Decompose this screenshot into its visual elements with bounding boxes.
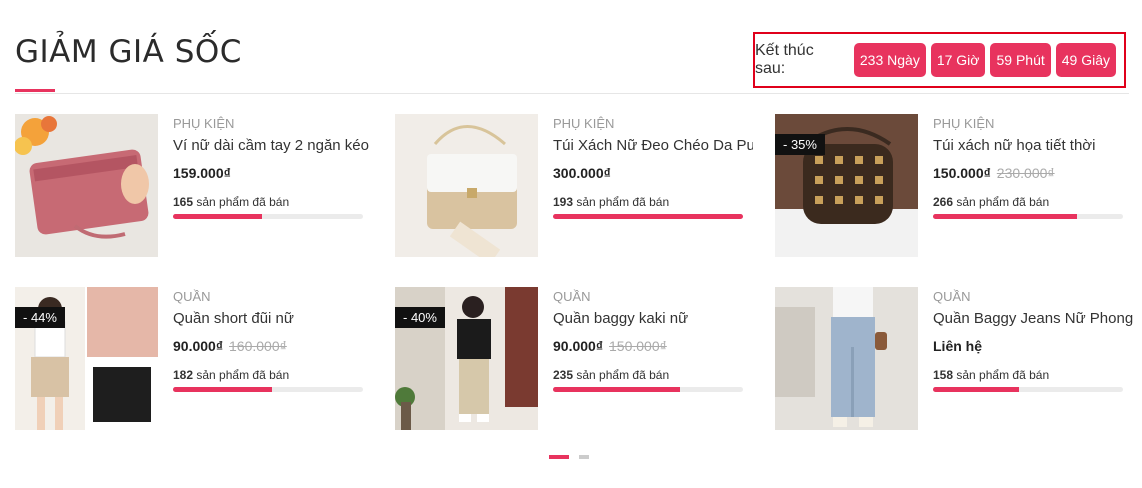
sold-info: 193 sản phẩm đã bán bbox=[553, 195, 753, 210]
product-category: PHỤ KIỆN bbox=[553, 116, 615, 131]
sold-label: sản phẩm đã bán bbox=[576, 195, 670, 209]
sold-progress-fill bbox=[173, 214, 263, 219]
product-name[interactable]: Túi xách nữ họa tiết thời bbox=[933, 137, 1133, 157]
product-image[interactable] bbox=[395, 114, 538, 257]
sold-info: 266 sản phẩm đã bán bbox=[933, 195, 1133, 210]
countdown-minutes: 59 Phút bbox=[990, 43, 1051, 77]
discount-badge: - 35% bbox=[775, 134, 825, 155]
sold-count: 165 bbox=[173, 195, 194, 209]
title-underline bbox=[15, 89, 55, 92]
product-card[interactable]: QUẦN Quần Baggy Jeans Nữ Phong Liên hệ 1… bbox=[775, 287, 1135, 430]
sold-progress-bar bbox=[553, 214, 743, 219]
product-category: QUẦN bbox=[553, 289, 591, 304]
sold-progress-bar bbox=[173, 214, 363, 219]
sold-info: 235 sản phẩm đã bán bbox=[553, 368, 753, 383]
product-card[interactable]: - 44% QUẦN Quần short đũi nữ 90.000₫ 160.… bbox=[15, 287, 375, 430]
sold-info: 182 sản phẩm đã bán bbox=[173, 368, 373, 383]
sold-info: 158 sản phẩm đã bán bbox=[933, 368, 1133, 383]
product-name[interactable]: Túi Xách Nữ Đeo Chéo Da Pu bbox=[553, 137, 753, 157]
product-image[interactable]: - 40% bbox=[395, 287, 538, 430]
product-category: PHỤ KIỆN bbox=[933, 116, 995, 131]
pagination-dot-2[interactable] bbox=[579, 455, 589, 459]
countdown-box: Kết thúc sau: 233 Ngày 17 Giờ 59 Phút 49… bbox=[753, 32, 1126, 88]
sold-progress-bar bbox=[933, 387, 1123, 392]
product-name[interactable]: Quần baggy kaki nữ bbox=[553, 310, 753, 330]
countdown-label: Kết thúc sau: bbox=[755, 42, 814, 77]
sold-count: 266 bbox=[933, 195, 954, 209]
product-price: 159.000₫ bbox=[173, 165, 231, 181]
product-category: QUẦN bbox=[173, 289, 211, 304]
discount-badge: - 44% bbox=[15, 307, 65, 328]
product-card[interactable]: PHỤ KIỆN Túi Xách Nữ Đeo Chéo Da Pu 300.… bbox=[395, 114, 755, 257]
discount-badge: - 40% bbox=[395, 307, 445, 328]
product-image[interactable] bbox=[15, 114, 158, 257]
sold-progress-bar bbox=[173, 387, 363, 392]
sold-progress-fill bbox=[933, 387, 1019, 392]
product-image[interactable]: - 35% bbox=[775, 114, 918, 257]
product-name[interactable]: Quần short đũi nữ bbox=[173, 310, 373, 330]
product-card[interactable]: - 40% QUẦN Quần baggy kaki nữ 90.000₫ 150… bbox=[395, 287, 755, 430]
sold-progress-bar bbox=[933, 214, 1123, 219]
sold-count: 235 bbox=[553, 368, 574, 382]
product-old-price: 230.000₫ bbox=[996, 165, 1055, 181]
product-name[interactable]: Quần Baggy Jeans Nữ Phong bbox=[933, 310, 1133, 330]
sold-label: sản phẩm đã bán bbox=[576, 368, 670, 382]
carousel-pagination bbox=[549, 455, 589, 459]
product-card[interactable]: PHỤ KIỆN Ví nữ dài cầm tay 2 ngăn kéo 15… bbox=[15, 114, 375, 257]
sold-progress-fill bbox=[553, 214, 743, 219]
sold-count: 193 bbox=[553, 195, 574, 209]
product-price: 300.000₫ bbox=[553, 165, 611, 181]
product-image[interactable] bbox=[775, 287, 918, 430]
sold-info: 165 sản phẩm đã bán bbox=[173, 195, 373, 210]
product-price: 90.000₫ bbox=[173, 338, 224, 354]
product-price: 90.000₫ bbox=[553, 338, 604, 354]
product-old-price: 160.000₫ bbox=[229, 338, 287, 354]
sold-count: 182 bbox=[173, 368, 194, 382]
product-price: Liên hệ bbox=[933, 338, 983, 354]
sold-progress-fill bbox=[553, 387, 681, 392]
sold-count: 158 bbox=[933, 368, 954, 382]
sold-label: sản phẩm đã bán bbox=[196, 368, 290, 382]
sold-label: sản phẩm đã bán bbox=[956, 368, 1050, 382]
pagination-dot-1[interactable] bbox=[549, 455, 569, 459]
product-image[interactable]: - 44% bbox=[15, 287, 158, 430]
product-old-price: 150.000₫ bbox=[609, 338, 667, 354]
section-divider bbox=[15, 93, 1129, 94]
countdown-days: 233 Ngày bbox=[853, 43, 926, 77]
sold-label: sản phẩm đã bán bbox=[956, 195, 1050, 209]
product-card[interactable]: - 35% PHỤ KIỆN Túi xách nữ họa tiết thời… bbox=[775, 114, 1135, 257]
sold-progress-bar bbox=[553, 387, 743, 392]
product-category: QUẦN bbox=[933, 289, 971, 304]
sold-progress-fill bbox=[933, 214, 1078, 219]
product-price: 150.000₫ bbox=[933, 165, 991, 181]
countdown-hours: 17 Giờ bbox=[930, 43, 986, 77]
sold-progress-fill bbox=[173, 387, 272, 392]
sold-label: sản phẩm đã bán bbox=[196, 195, 290, 209]
product-category: PHỤ KIỆN bbox=[173, 116, 235, 131]
countdown-seconds: 49 Giây bbox=[1055, 43, 1116, 77]
product-name[interactable]: Ví nữ dài cầm tay 2 ngăn kéo bbox=[173, 137, 373, 157]
section-title: GIẢM GIÁ SỐC bbox=[15, 34, 242, 70]
